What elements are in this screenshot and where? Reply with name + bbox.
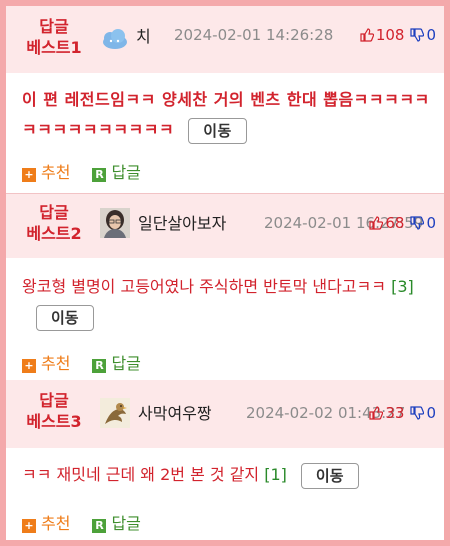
nickname[interactable]: 일단살아보자 <box>138 210 226 234</box>
best-badge: 답글 베스트1 <box>20 16 88 58</box>
downvote[interactable]: 0 <box>410 404 436 422</box>
thumbs-up-icon <box>369 216 384 230</box>
best-badge-line2: 베스트1 <box>26 38 82 57</box>
reply-body: ㅋㅋ 재밋네 근데 왜 2번 본 것 같지 [1] 이동 + 추천 R 답글 <box>6 448 444 540</box>
best-badge-line1: 답글 <box>39 391 69 410</box>
downvote[interactable]: 0 <box>410 214 436 232</box>
cloud-avatar[interactable] <box>100 24 130 54</box>
reply-header: 답글 베스트1 치 2024-02-01 14:26:28 108 0 <box>6 6 444 73</box>
upvote-count: 68 <box>385 214 405 232</box>
bird-avatar[interactable] <box>100 398 130 428</box>
best-badge: 답글 베스트2 <box>20 202 88 244</box>
reply-actions: + 추천 R 답글 <box>22 510 163 534</box>
reply-count: [3] <box>391 277 414 296</box>
best-badge-line2: 베스트2 <box>26 224 82 243</box>
vote-counts: 108 0 <box>360 26 436 44</box>
recommend-button[interactable]: + 추천 <box>22 510 70 534</box>
thumbs-down-icon <box>410 406 425 420</box>
vote-counts: 68 0 <box>369 214 436 232</box>
move-button[interactable]: 이동 <box>188 117 247 144</box>
reply-count: [1] <box>264 465 287 484</box>
best-badge-line2: 베스트3 <box>26 412 82 431</box>
reply-r-icon: R <box>92 359 107 373</box>
reply-body: 이 편 레전드임ㅋㅋ 양세찬 거의 벤츠 한대 뽑음ㅋㅋㅋㅋㅋㅋㅋㅋㅋㅋㅋㅋㅋㅋ… <box>6 73 444 193</box>
person-avatar[interactable] <box>100 208 130 238</box>
reply-button[interactable]: R 답글 <box>92 510 141 534</box>
downvote-count: 0 <box>426 404 436 422</box>
upvote-count: 108 <box>375 26 405 44</box>
nickname[interactable]: 치 <box>136 23 151 47</box>
plus-icon: + <box>22 359 36 373</box>
reply-header: 답글 베스트3 사막여우짱 2024-02-02 01:43:27 33 0 <box>6 380 444 448</box>
downvote-count: 0 <box>426 26 436 44</box>
recommend-label: 추천 <box>41 354 71 373</box>
reply-header: 답글 베스트2 일단살아보자 2024-02-01 16:27:59 68 0 <box>6 194 444 258</box>
reply-actions: + 추천 R 답글 <box>22 350 163 374</box>
reply-r-icon: R <box>92 519 107 533</box>
vote-counts: 33 0 <box>369 404 436 422</box>
recommend-button[interactable]: + 추천 <box>22 350 70 374</box>
reply-content: 이 편 레전드임ㅋㅋ 양세찬 거의 벤츠 한대 뽑음ㅋㅋㅋㅋㅋㅋㅋㅋㅋㅋㅋㅋㅋㅋ… <box>22 85 434 145</box>
recommend-label: 추천 <box>41 514 71 533</box>
plus-icon: + <box>22 168 36 182</box>
best-badge-line1: 답글 <box>39 17 69 36</box>
reply-text: 왕코형 별명이 고등어였나 주식하면 반토막 낸다고ㅋㅋ <box>22 277 386 296</box>
recommend-label: 추천 <box>41 163 71 182</box>
thumbs-down-icon <box>410 216 425 230</box>
reply-text: ㅋㅋ 재밋네 근데 왜 2번 본 것 같지 <box>22 465 260 484</box>
downvote-count: 0 <box>426 214 436 232</box>
reply-label: 답글 <box>111 514 141 533</box>
upvote[interactable]: 108 <box>360 26 405 44</box>
upvote[interactable]: 33 <box>369 404 404 422</box>
thumbs-up-icon <box>369 406 384 420</box>
timestamp: 2024-02-01 14:26:28 <box>174 26 334 44</box>
reply-label: 답글 <box>111 163 141 182</box>
reply-actions: + 추천 R 답글 <box>22 159 163 183</box>
reply-body: 왕코형 별명이 고등어였나 주식하면 반토막 낸다고ㅋㅋ [3] 이동 + 추천 R 답… <box>6 258 444 380</box>
best-badge-line1: 답글 <box>39 203 69 222</box>
reply-content: ㅋㅋ 재밋네 근데 왜 2번 본 것 같지 [1] 이동 <box>22 460 434 490</box>
plus-icon: + <box>22 519 36 533</box>
best-badge: 답글 베스트3 <box>20 390 88 432</box>
thumbs-down-icon <box>410 28 425 42</box>
thumbs-up-icon <box>360 28 374 42</box>
move-button[interactable]: 이동 <box>36 304 94 331</box>
move-button[interactable]: 이동 <box>300 462 359 489</box>
reply-button[interactable]: R 답글 <box>92 159 141 183</box>
reply-content: 왕코형 별명이 고등어였나 주식하면 반토막 낸다고ㅋㅋ [3] 이동 <box>22 272 434 332</box>
best-replies-panel: 답글 베스트1 치 2024-02-01 14:26:28 108 0 이 편 레… <box>6 6 444 540</box>
recommend-button[interactable]: + 추천 <box>22 159 70 183</box>
reply-button[interactable]: R 답글 <box>92 350 141 374</box>
upvote-count: 33 <box>385 404 405 422</box>
reply-label: 답글 <box>111 354 141 373</box>
nickname[interactable]: 사막여우짱 <box>138 400 212 424</box>
downvote[interactable]: 0 <box>410 26 436 44</box>
reply-r-icon: R <box>92 168 107 182</box>
upvote[interactable]: 68 <box>369 214 404 232</box>
